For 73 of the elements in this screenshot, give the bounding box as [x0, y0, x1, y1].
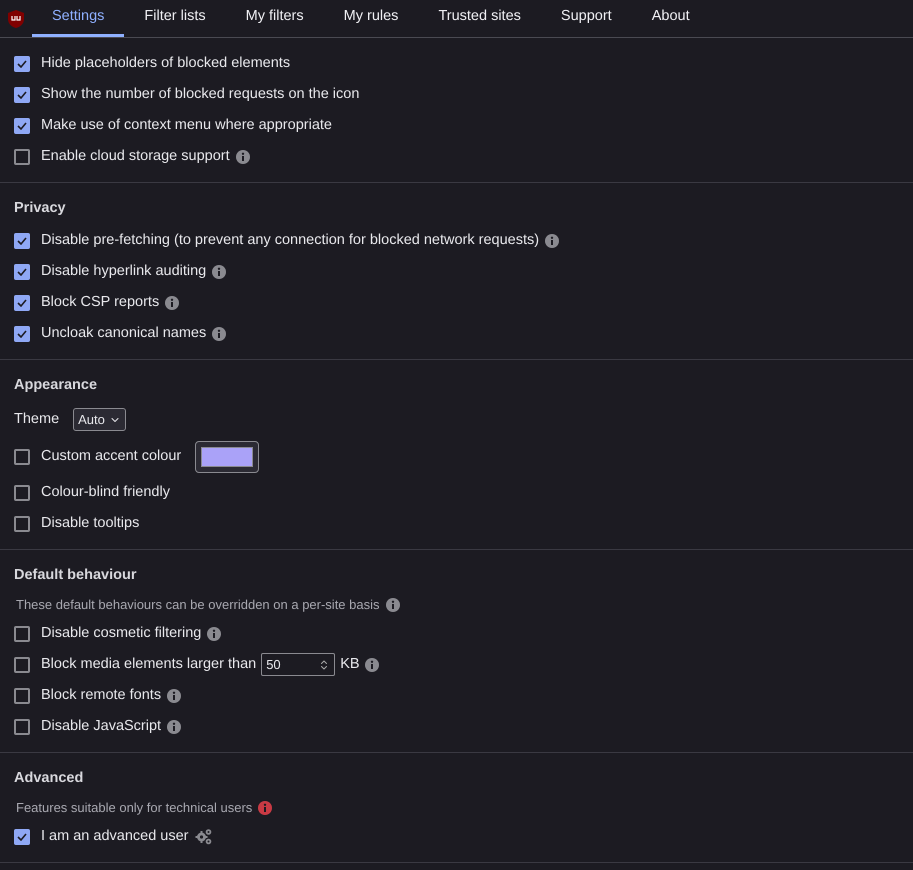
- checkbox[interactable]: [14, 626, 30, 642]
- checkbox[interactable]: [14, 516, 30, 532]
- info-icon[interactable]: [364, 658, 379, 672]
- colour-picker[interactable]: [195, 441, 260, 473]
- tab[interactable]: Trusted sites: [418, 0, 541, 37]
- option-label: Custom accent colour: [41, 447, 182, 466]
- option-label: Enable cloud storage support: [41, 146, 230, 166]
- checkbox[interactable]: [14, 688, 30, 704]
- info-icon[interactable]: [165, 296, 180, 310]
- section-heading: Privacy: [14, 199, 67, 218]
- option-label: Disable JavaScript: [41, 716, 162, 736]
- section-heading: Appearance: [14, 376, 98, 396]
- check-icon: [17, 236, 27, 244]
- tab[interactable]: Filter lists: [124, 0, 226, 37]
- tab[interactable]: Settings: [32, 0, 124, 37]
- check-icon: [17, 60, 27, 68]
- tab[interactable]: My rules: [324, 0, 418, 37]
- info-icon[interactable]: [207, 626, 222, 640]
- section-note: These default behaviours can be overridden on a per-site basis: [16, 596, 380, 614]
- info-icon[interactable]: [386, 598, 400, 612]
- option-label: Disable hyperlink auditing: [41, 262, 206, 281]
- shield-logo: [8, 10, 24, 28]
- option-label: Block CSP reports: [41, 292, 160, 312]
- section-note: Features suitable only for technical users: [16, 799, 252, 818]
- checkbox[interactable]: [14, 86, 30, 102]
- warning-icon[interactable]: [258, 801, 272, 815]
- checkbox[interactable]: [14, 118, 30, 134]
- option-label: Block remote fonts: [41, 686, 162, 705]
- info-icon[interactable]: [167, 688, 182, 702]
- checkbox[interactable]: [14, 828, 30, 844]
- option-label: Make use of context menu where appropriate: [41, 116, 332, 135]
- gears-icon[interactable]: [194, 828, 213, 845]
- check-icon: [17, 330, 27, 338]
- unit-label: KB: [340, 654, 360, 674]
- info-icon[interactable]: [212, 264, 226, 278]
- checkbox[interactable]: [14, 449, 30, 465]
- option-label: Colour-blind friendly: [41, 482, 170, 502]
- checkbox[interactable]: [14, 326, 30, 342]
- option-label: Block media elements larger than: [41, 654, 256, 674]
- info-icon[interactable]: [545, 234, 560, 248]
- option-label: Disable cosmetic filtering: [41, 624, 202, 643]
- option-label: Disable pre-fetching (to prevent any connection for blocked network requests): [41, 230, 540, 250]
- checkbox[interactable]: [14, 484, 30, 500]
- option-label: Disable tooltips: [41, 514, 140, 533]
- checkbox[interactable]: [14, 148, 30, 164]
- field-value: 50: [266, 656, 281, 674]
- check-icon: [17, 832, 27, 840]
- info-icon[interactable]: [212, 326, 226, 340]
- checkbox[interactable]: [14, 294, 30, 310]
- option-label: Uncloak canonical names: [41, 324, 206, 343]
- theme-select[interactable]: Auto: [73, 408, 126, 431]
- checkbox[interactable]: [14, 264, 30, 280]
- section-heading: Default behaviour: [14, 566, 138, 586]
- checkbox[interactable]: [14, 718, 30, 734]
- checkbox[interactable]: [14, 232, 30, 248]
- check-icon: [17, 268, 27, 276]
- tab[interactable]: My filters: [226, 0, 324, 37]
- size-field[interactable]: 50: [261, 653, 336, 676]
- option-label: I am an advanced user: [41, 826, 189, 846]
- option-label: Show the number of blocked requests on the icon: [41, 84, 360, 104]
- tab[interactable]: About: [632, 0, 710, 37]
- tab[interactable]: Support: [540, 0, 632, 37]
- check-icon: [17, 122, 27, 130]
- checkbox[interactable]: [14, 56, 30, 72]
- option-label: Theme: [14, 410, 60, 429]
- info-icon[interactable]: [167, 720, 182, 734]
- check-icon: [17, 90, 27, 98]
- checkbox[interactable]: [14, 656, 30, 672]
- option-label: Hide placeholders of blocked elements: [41, 54, 290, 73]
- colour-swatch: [201, 447, 254, 467]
- info-icon[interactable]: [236, 150, 250, 164]
- check-icon: [17, 298, 27, 306]
- section-heading: Advanced: [14, 769, 84, 788]
